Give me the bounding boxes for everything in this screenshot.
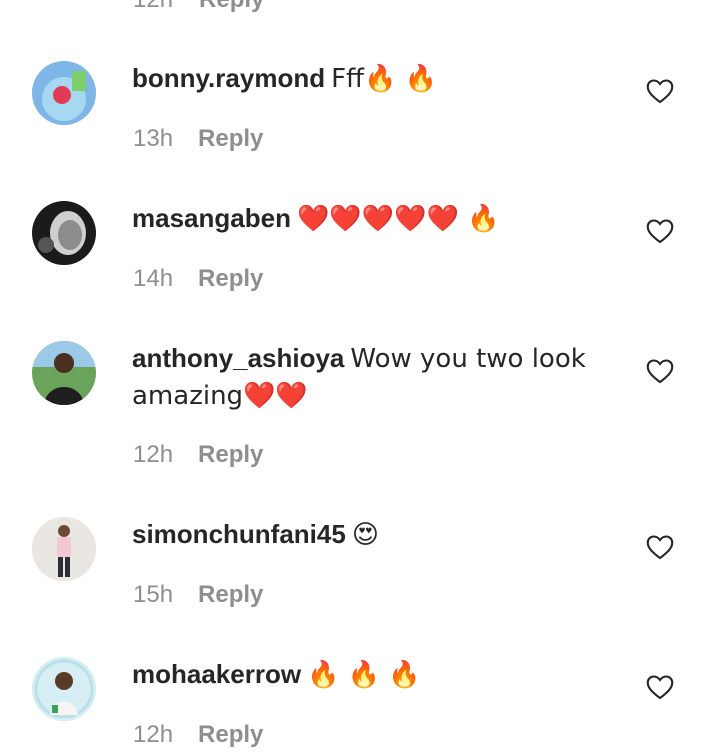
comment-username[interactable]: masangaben — [132, 203, 291, 233]
comment-body: Fff🔥 🔥 — [331, 64, 437, 94]
heart-outline-icon[interactable] — [646, 674, 674, 700]
comment-meta: 12h Reply — [133, 441, 263, 469]
reply-button[interactable]: Reply — [198, 125, 263, 153]
heart-outline-icon[interactable] — [646, 78, 674, 104]
comment-time: 12h — [133, 721, 174, 748]
reply-button[interactable]: Reply — [198, 721, 263, 749]
comment-time: 12h — [133, 0, 173, 13]
comment-time: 13h — [133, 125, 174, 152]
comment-text-block: simonchunfani45 😍 — [132, 516, 612, 553]
comment-body: 😍 — [351, 520, 379, 550]
comment-username[interactable]: simonchunfani45 — [132, 519, 346, 549]
comment-body: 🔥 🔥 🔥 — [307, 660, 421, 690]
comment-meta: 12h Reply — [133, 721, 263, 749]
reply-button[interactable]: Reply — [198, 265, 263, 293]
comment-text-block: bonny.raymond Fff🔥 🔥 — [132, 60, 612, 97]
comment-time: 15h — [133, 581, 174, 608]
avatar[interactable] — [32, 517, 96, 581]
avatar[interactable] — [32, 341, 96, 405]
heart-outline-icon[interactable] — [646, 358, 674, 384]
comment-username[interactable]: anthony_ashioya — [132, 343, 344, 373]
comment-body: ❤️❤️❤️❤️❤️ 🔥 — [296, 204, 500, 234]
heart-outline-icon[interactable] — [646, 534, 674, 560]
avatar[interactable] — [32, 61, 96, 125]
avatar[interactable] — [32, 657, 96, 721]
comment-time: 12h — [133, 441, 174, 468]
comment-meta: 13h Reply — [133, 125, 263, 153]
previous-comment-meta: 12h Reply — [133, 0, 264, 13]
comment-text-block: masangaben ❤️❤️❤️❤️❤️ 🔥 — [132, 200, 612, 237]
comment-meta: 14h Reply — [133, 265, 263, 293]
avatar[interactable] — [32, 201, 96, 265]
comment-text-block: anthony_ashioya Wow you two look amazing❤… — [132, 340, 612, 414]
reply-button[interactable]: Reply — [198, 441, 263, 469]
reply-button[interactable]: Reply — [198, 581, 263, 609]
reply-button[interactable]: Reply — [199, 0, 264, 13]
comment-username[interactable]: bonny.raymond — [132, 63, 325, 93]
comment-meta: 15h Reply — [133, 581, 263, 609]
comment-time: 14h — [133, 265, 174, 292]
comment-username[interactable]: mohaakerrow — [132, 659, 301, 689]
comment-text-block: mohaakerrow 🔥 🔥 🔥 — [132, 656, 612, 693]
heart-outline-icon[interactable] — [646, 218, 674, 244]
